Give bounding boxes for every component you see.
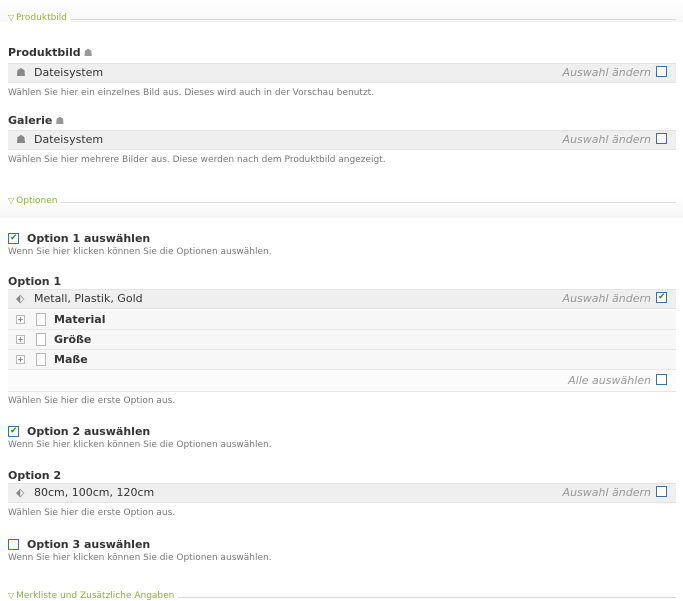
option2-help: Wählen Sie hier die erste Option aus. <box>8 508 176 518</box>
produktbild-source: Dateisystem <box>34 66 104 79</box>
produktbild-help: Wählen Sie hier ein einzelnes Bild aus. … <box>8 88 375 98</box>
option1-values: Metall, Plastik, Gold <box>34 292 143 305</box>
page-icon <box>36 313 46 326</box>
tree-row[interactable]: + Maße <box>8 350 676 370</box>
filesystem-icon: ☗ <box>16 133 26 146</box>
galerie-change-label[interactable]: Auswahl ändern <box>563 133 651 146</box>
select-all-checkbox[interactable] <box>656 374 667 385</box>
page-icon <box>36 333 46 346</box>
camera-icon: ☗ <box>55 116 65 127</box>
option1-toggle-help: Wenn Sie hier klicken können Sie die Opt… <box>8 247 272 257</box>
plus-icon[interactable]: + <box>16 355 25 364</box>
option1-label: Option 1 <box>8 275 62 288</box>
tag-icon: ⬖ <box>16 486 25 499</box>
galerie-label: Galerie ☗ <box>8 114 65 127</box>
option2-toggle-label[interactable]: Option 2 auswählen <box>27 425 150 438</box>
section-legend-produktbild[interactable]: ▽ Produktbild <box>8 13 72 23</box>
produktbild-change-label[interactable]: Auswahl ändern <box>563 66 651 79</box>
camera-icon: ☗ <box>83 48 93 59</box>
option1-help: Wählen Sie hier die erste Option aus. <box>8 396 176 406</box>
option3-toggle-help: Wenn Sie hier klicken können Sie die Opt… <box>8 553 272 563</box>
option2-label: Option 2 <box>8 469 62 482</box>
triangle-down-icon: ▽ <box>8 13 15 22</box>
tree-label: Größe <box>54 333 92 346</box>
option1-toggle-checkbox[interactable] <box>8 233 19 244</box>
section-divider <box>8 19 676 20</box>
option1-change-label[interactable]: Auswahl ändern <box>563 292 651 305</box>
option1-change-checkbox[interactable] <box>656 292 667 303</box>
plus-icon[interactable]: + <box>16 315 25 324</box>
plus-icon[interactable]: + <box>16 335 25 344</box>
option2-toggle-checkbox[interactable] <box>8 426 19 437</box>
galerie-change-checkbox[interactable] <box>656 133 667 144</box>
option2-change-label[interactable]: Auswahl ändern <box>563 486 651 499</box>
page-icon <box>36 353 46 366</box>
section-divider <box>8 202 676 203</box>
produktbild-change-checkbox[interactable] <box>656 66 667 77</box>
option2-values: 80cm, 100cm, 120cm <box>34 486 155 499</box>
tree-label: Maße <box>54 353 88 366</box>
tree-row[interactable]: + Größe <box>8 330 676 350</box>
option1-toggle-label[interactable]: Option 1 auswählen <box>27 232 150 245</box>
tree-row[interactable]: + Material <box>8 310 676 330</box>
option2-toggle-help: Wenn Sie hier klicken können Sie die Opt… <box>8 440 272 450</box>
produktbild-label: Produktbild ☗ <box>8 46 93 59</box>
tag-icon: ⬖ <box>16 292 25 305</box>
galerie-help: Wählen Sie hier mehrere Bilder aus. Dies… <box>8 155 386 165</box>
option3-toggle-checkbox[interactable] <box>8 539 19 550</box>
triangle-down-icon: ▽ <box>8 591 15 600</box>
option3-toggle-label[interactable]: Option 3 auswählen <box>27 538 150 551</box>
section-legend-optionen[interactable]: ▽ Optionen <box>8 196 62 206</box>
option2-change-checkbox[interactable] <box>656 486 667 497</box>
select-all-label[interactable]: Alle auswählen <box>568 374 651 387</box>
section-header-bg <box>0 196 683 218</box>
triangle-down-icon: ▽ <box>8 196 15 205</box>
galerie-source: Dateisystem <box>34 133 104 146</box>
tree-label: Material <box>54 313 106 326</box>
filesystem-icon: ☗ <box>16 66 26 79</box>
